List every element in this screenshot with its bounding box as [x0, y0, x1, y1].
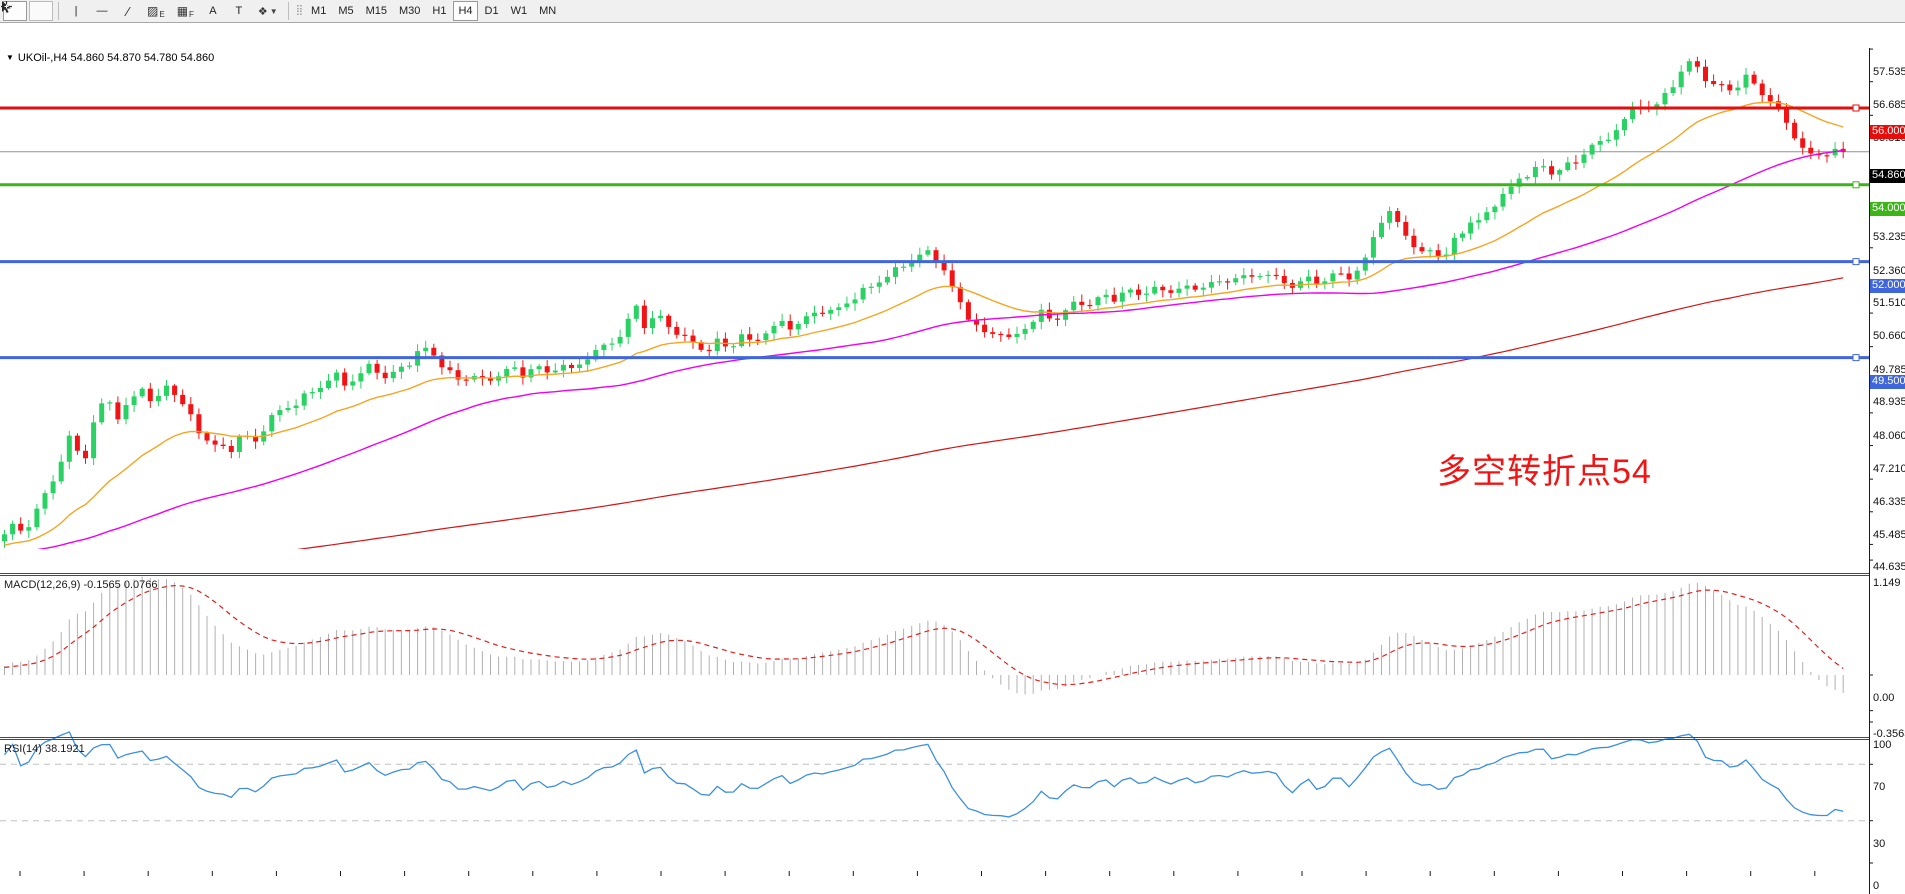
chevron-down-icon: ▼ — [270, 7, 278, 16]
timeframe-w1-button[interactable]: W1 — [506, 1, 533, 21]
timeframe-mn-button[interactable]: MN — [534, 1, 561, 21]
symbol-ohlc-readout[interactable]: ▼ UKOil-,H4 54.860 54.870 54.780 54.860 — [6, 52, 214, 64]
hline-handle[interactable] — [1853, 259, 1859, 265]
toolbar-separator — [288, 2, 289, 20]
rsi-indicator-label: RSI(14) 38.1921 — [4, 743, 85, 755]
hline-handle[interactable] — [1853, 105, 1859, 111]
axis-label: 45.485 — [1873, 530, 1905, 541]
rsi-pane-layer[interactable] — [0, 732, 1869, 821]
toolbar-drag-handle[interactable]: ⣿ — [296, 8, 302, 14]
axis-label: 56.685 — [1873, 100, 1905, 111]
axis-label: -0.3563 — [1873, 729, 1905, 740]
timeframe-d1-button[interactable]: D1 — [480, 1, 504, 21]
hline-handle[interactable] — [1853, 182, 1859, 188]
timeframe-m5-button[interactable]: M5 — [333, 1, 358, 21]
ma-slow-line[interactable] — [5, 278, 1844, 582]
axis-price-badge: 54.860 — [1870, 169, 1905, 183]
axis-label: 100 — [1873, 740, 1905, 751]
axis-label: 51.510 — [1873, 298, 1905, 309]
symbol-ohlc-text: UKOil-,H4 54.860 54.870 54.780 54.860 — [18, 52, 214, 64]
axis-label: 50.660 — [1873, 331, 1905, 342]
axis-label: 0 — [1873, 881, 1905, 892]
axis-label: 57.535 — [1873, 67, 1905, 78]
axis-label: 47.210 — [1873, 464, 1905, 475]
toolbar: |—∕▨E▦FAT❖▼ ⣿ M1M5M15M30H1H4D1W1MN — [0, 0, 1905, 23]
chart-text-annotation[interactable]: 多空转折点54 — [1437, 444, 1652, 493]
tool-text-button[interactable]: A — [201, 1, 225, 21]
axis-label: 53.235 — [1873, 232, 1905, 243]
tool-horizontal-line-button[interactable]: — — [90, 1, 114, 21]
axis-label: 1.149 — [1873, 578, 1905, 589]
macd-pane-layer[interactable] — [5, 577, 1844, 695]
axis-price-badge: 49.500 — [1870, 375, 1905, 389]
tool-fibonacci-retracement-button[interactable]: ▦F — [172, 1, 199, 21]
chart-dropdown-icon[interactable]: ▼ — [6, 53, 14, 62]
timeframe-h4-button[interactable]: H4 — [453, 1, 477, 21]
tool-arrows-button[interactable]: ❖▼ — [253, 1, 283, 21]
pane-separator[interactable] — [0, 737, 1869, 738]
main-pane-layer[interactable] — [2, 57, 1846, 582]
tool-text-label-button[interactable]: T — [227, 1, 251, 21]
pane-separator[interactable] — [0, 573, 1869, 574]
axis-price-badge: 52.000 — [1870, 279, 1905, 293]
axis-label: 30 — [1873, 839, 1905, 850]
rsi-line — [5, 732, 1844, 817]
chart-window[interactable]: ▼ UKOil-,H4 54.860 54.870 54.780 54.860 M… — [0, 24, 1905, 894]
mt4-window: |—∕▨E▦FAT❖▼ ⣿ M1M5M15M30H1H4D1W1MN ▼ UKOil-… — [0, 0, 1905, 894]
axis-price-badge: 54.000 — [1870, 202, 1905, 216]
timeframe-m1-button[interactable]: M1 — [306, 1, 331, 21]
pane-separator — [0, 575, 1869, 576]
axis-label: 52.360 — [1873, 266, 1905, 277]
timeframe-h1-button[interactable]: H1 — [427, 1, 451, 21]
toolbar-separator — [58, 2, 59, 20]
macd-indicator-label: MACD(12,26,9) -0.1565 0.0766 — [4, 579, 157, 591]
tool-vertical-line-button[interactable]: | — [64, 1, 88, 21]
timeframe-m15-button[interactable]: M15 — [361, 1, 392, 21]
axis-label: 0.00 — [1873, 693, 1905, 704]
timeframe-m30-button[interactable]: M30 — [394, 1, 425, 21]
hline-handle[interactable] — [1853, 355, 1859, 361]
axis-label: 70 — [1873, 782, 1905, 793]
axis-label: 44.635 — [1873, 562, 1905, 573]
pane-separator — [0, 739, 1869, 740]
tool-equidistant-channel-button[interactable]: ▨E — [142, 1, 170, 21]
axis-label: 46.335 — [1873, 497, 1905, 508]
tool-trendline-button[interactable]: ∕ — [116, 1, 140, 21]
tool-crosshair-button[interactable] — [29, 1, 53, 21]
axis-label: 48.935 — [1873, 397, 1905, 408]
axis-price-badge: 56.000 — [1870, 125, 1905, 139]
axis-label: 48.060 — [1873, 431, 1905, 442]
